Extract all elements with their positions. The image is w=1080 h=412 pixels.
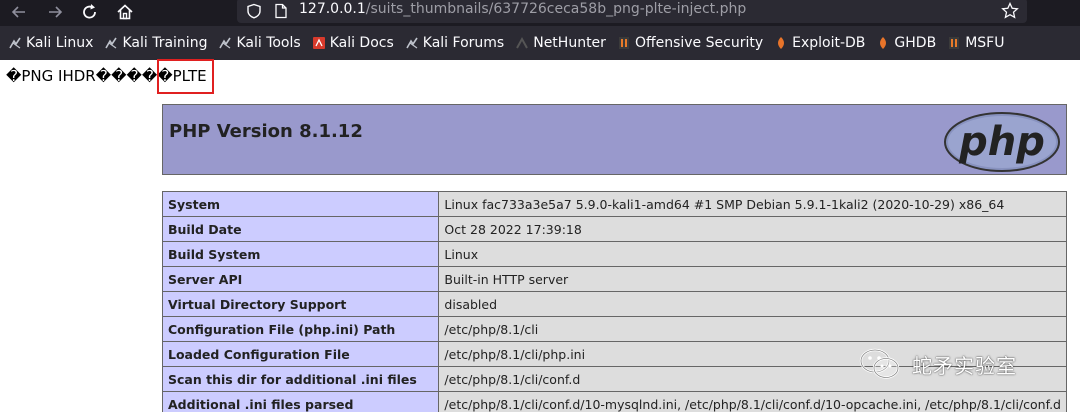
bookmark-label: Kali Training — [122, 35, 208, 51]
watermark-text: 蛇矛实验室 — [912, 353, 1017, 378]
shield-icon[interactable] — [246, 3, 262, 19]
bookmark-kali-tools[interactable]: Kali Tools — [218, 35, 301, 51]
config-key: System — [161, 191, 440, 217]
bookmark-ghdb[interactable]: GHDB — [876, 35, 936, 51]
offsec-icon — [617, 36, 631, 50]
config-key: Build Date — [161, 216, 440, 242]
highlight-annotation — [157, 59, 214, 94]
table-row: Build System Linux — [161, 241, 1067, 267]
kali-dragon-icon — [8, 36, 22, 50]
browser-toolbar: 127.0.0.1/suits_thumbnails/637726ceca58b… — [0, 0, 1080, 26]
nethunter-icon — [515, 36, 529, 50]
table-row: Configuration File (php.ini) Path/etc/ph… — [161, 316, 1067, 342]
config-value: Built-in HTTP server — [438, 266, 1067, 292]
table-row: Build Date Oct 28 2022 17:39:18 — [161, 216, 1067, 242]
config-value: Linux fac733a3e5a7 5.9.0-kali1-amd64 #1 … — [438, 191, 1067, 217]
page-icon[interactable] — [274, 3, 288, 19]
bookmark-label: Kali Tools — [236, 35, 301, 51]
config-key: Virtual Directory Support — [161, 291, 440, 317]
wechat-icon — [859, 348, 900, 379]
config-key: Server API — [161, 266, 440, 292]
config-value: Oct 28 2022 17:39:18 — [438, 216, 1067, 242]
raw-png-prefix: �PNG IHDR���� — [6, 67, 158, 85]
php-logo-icon: php — [944, 112, 1060, 172]
bookmark-label: MSFU — [965, 35, 1005, 51]
bookmark-nethunter[interactable]: NetHunter — [515, 35, 606, 51]
php-version-title: PHP Version 8.1.12 — [169, 121, 363, 142]
config-key: Loaded Configuration File — [161, 341, 440, 367]
config-value: Linux — [438, 241, 1067, 267]
offsec-icon — [947, 36, 961, 50]
table-row: Additional .ini files parsed/etc/php/8.1… — [161, 391, 1067, 412]
bookmark-label: Exploit-DB — [792, 35, 866, 51]
php-logo-text: php — [958, 119, 1045, 165]
bookmark-label: GHDB — [894, 35, 937, 51]
bookmark-kali-docs[interactable]: Kali Docs — [312, 35, 394, 51]
config-key: Scan this dir for additional .ini files — [161, 366, 440, 392]
home-icon — [117, 4, 133, 20]
url-text[interactable]: 127.0.0.1/suits_thumbnails/637726ceca58b… — [299, 1, 746, 17]
table-row: Virtual Directory Support disabled — [161, 291, 1067, 317]
bookmark-label: NetHunter — [533, 35, 606, 51]
bookmark-label: Offensive Security — [634, 35, 764, 51]
bookmark-msfu[interactable]: MSFU — [947, 35, 1004, 51]
config-key: Configuration File (php.ini) Path — [161, 316, 440, 342]
arrow-left-icon — [11, 6, 25, 18]
kali-dragon-icon — [104, 36, 118, 50]
reload-icon — [83, 4, 96, 19]
url-path: /suits_thumbnails/637726ceca58b_png-plte… — [365, 1, 747, 17]
reload-button[interactable] — [79, 2, 101, 22]
table-row: System Linux fac733a3e5a7 5.9.0-kali1-amd… — [161, 191, 1067, 217]
home-button[interactable] — [114, 2, 136, 22]
config-key: Build System — [161, 241, 440, 267]
config-value: /etc/php/8.1/cli/conf.d/10-mysqlnd.ini, … — [438, 391, 1067, 412]
forward-button[interactable] — [44, 2, 66, 22]
watermark: 蛇矛实验室 — [858, 346, 1017, 382]
config-key: Additional .ini files parsed — [161, 391, 440, 412]
back-button[interactable] — [8, 2, 30, 22]
bookmark-label: Kali Linux — [26, 35, 94, 51]
table-row: Server API Built-in HTTP server — [161, 266, 1067, 292]
ghdb-icon — [876, 36, 890, 50]
bookmark-kali-linux[interactable]: Kali Linux — [8, 35, 93, 51]
kali-dragon-icon — [405, 36, 419, 50]
config-value: /etc/php/8.1/cli — [438, 316, 1067, 342]
address-bar[interactable]: 127.0.0.1/suits_thumbnails/637726ceca58b… — [237, 0, 1027, 23]
config-value: disabled — [438, 291, 1067, 317]
bookmark-kali-forums[interactable]: Kali Forums — [405, 35, 504, 51]
bookmark-label: Kali Forums — [422, 35, 505, 51]
kali-dragon-icon — [218, 36, 232, 50]
bookmark-label: Kali Docs — [329, 35, 394, 51]
star-icon[interactable] — [1001, 2, 1019, 19]
bookmark-offensive-security[interactable]: Offensive Security — [617, 35, 763, 51]
kali-docs-icon — [312, 36, 326, 50]
arrow-right-icon — [49, 6, 63, 18]
bookmarks-bar: Kali Linux Kali Training Kali Tools Kali Do… — [0, 26, 1080, 60]
phpinfo-header: PHP Version 8.1.12 php — [162, 104, 1067, 175]
exploitdb-icon — [774, 36, 788, 50]
bookmark-exploit-db[interactable]: Exploit-DB — [774, 35, 865, 51]
bookmark-kali-training[interactable]: Kali Training — [104, 35, 207, 51]
url-host: 127.0.0.1 — [299, 1, 366, 17]
